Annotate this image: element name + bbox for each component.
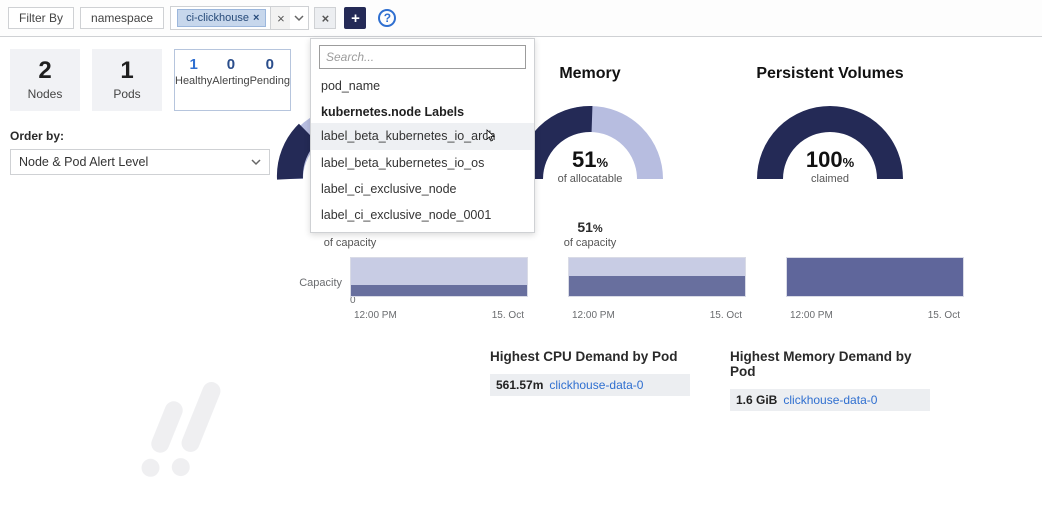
pv-title: Persistent Volumes: [730, 65, 930, 83]
help-icon[interactable]: ?: [378, 9, 396, 27]
pods-label: Pods: [92, 87, 162, 101]
order-by-value: Node & Pod Alert Level: [19, 155, 148, 169]
suggest-item[interactable]: label_beta_kubernetes_io_arch: [311, 123, 534, 150]
namespace-chip[interactable]: namespace: [80, 7, 164, 29]
suggest-item[interactable]: label_ci_exclusive_node: [311, 176, 534, 202]
memory-demand-title: Highest Memory Demand by Pod: [730, 349, 930, 379]
filter-caret-icon[interactable]: [290, 7, 308, 29]
memory-sparkline[interactable]: 0 12:00 PM 15. Oct: [568, 257, 746, 321]
suggest-item-pod-name[interactable]: pod_name: [311, 73, 534, 99]
filter-value-combo[interactable]: ci-clickhouse × ×: [170, 6, 309, 30]
pv-gauge: Persistent Volumes 100% claimed . .: [730, 65, 930, 249]
suggest-heading: kubernetes.node Labels: [311, 99, 534, 123]
summary-row: 2 Nodes 1 Pods 1 Healthy 0 Alerting 0 Pe…: [10, 49, 266, 111]
left-column: 2 Nodes 1 Pods 1 Healthy 0 Alerting 0 Pe…: [0, 37, 280, 411]
suggest-item[interactable]: label_beta_kubernetes_io_os: [311, 150, 534, 176]
pods-count: 1: [92, 57, 162, 85]
filter-tag[interactable]: ci-clickhouse ×: [177, 9, 266, 27]
filter-suggest-panel: pod_name kubernetes.node Labels label_be…: [310, 38, 535, 233]
cpu-demand-title: Highest CPU Demand by Pod: [490, 349, 690, 364]
nodes-label: Nodes: [10, 87, 80, 101]
pods-summary[interactable]: 1 Pods: [92, 49, 162, 111]
order-by-select[interactable]: Node & Pod Alert Level: [10, 149, 270, 175]
filter-search-input[interactable]: [319, 45, 526, 69]
cpu-demand-row[interactable]: 561.57m clickhouse-data-0: [490, 374, 690, 396]
memory-demand-panel: Highest Memory Demand by Pod 1.6 GiB cli…: [730, 349, 930, 411]
cpu-demand-panel: Highest CPU Demand by Pod 561.57m clickh…: [490, 349, 690, 411]
order-by-label: Order by:: [10, 129, 266, 143]
alerting-stat[interactable]: 0 Alerting: [212, 56, 249, 104]
filter-bar: Filter By namespace ci-clickhouse × × × …: [0, 0, 1042, 37]
memory-demand-pod-link[interactable]: clickhouse-data-0: [783, 393, 877, 407]
nodes-count: 2: [10, 57, 80, 85]
memory-demand-row[interactable]: 1.6 GiB clickhouse-data-0: [730, 389, 930, 411]
close-combo-icon[interactable]: ×: [314, 7, 336, 29]
sparkline-y-label: Capacity: [280, 277, 350, 321]
add-filter-button[interactable]: +: [344, 7, 366, 29]
nodes-summary[interactable]: 2 Nodes: [10, 49, 80, 111]
cpu-sparkline[interactable]: 0 12:00 PM 15. Oct: [350, 257, 528, 321]
remove-tag-icon[interactable]: ×: [253, 12, 259, 24]
healthy-stat[interactable]: 1 Healthy: [175, 56, 212, 104]
pv-sparkline[interactable]: 0 12:00 PM 15. Oct: [786, 257, 964, 321]
cpu-demand-pod-link[interactable]: clickhouse-data-0: [549, 378, 643, 392]
clear-filter-icon[interactable]: ×: [270, 7, 290, 29]
filter-by-label: Filter By: [8, 7, 74, 29]
suggest-item[interactable]: label_ci_exclusive_node_0001: [311, 202, 534, 228]
filter-tag-text: ci-clickhouse: [186, 12, 249, 24]
empty-state-icon: [150, 380, 218, 457]
